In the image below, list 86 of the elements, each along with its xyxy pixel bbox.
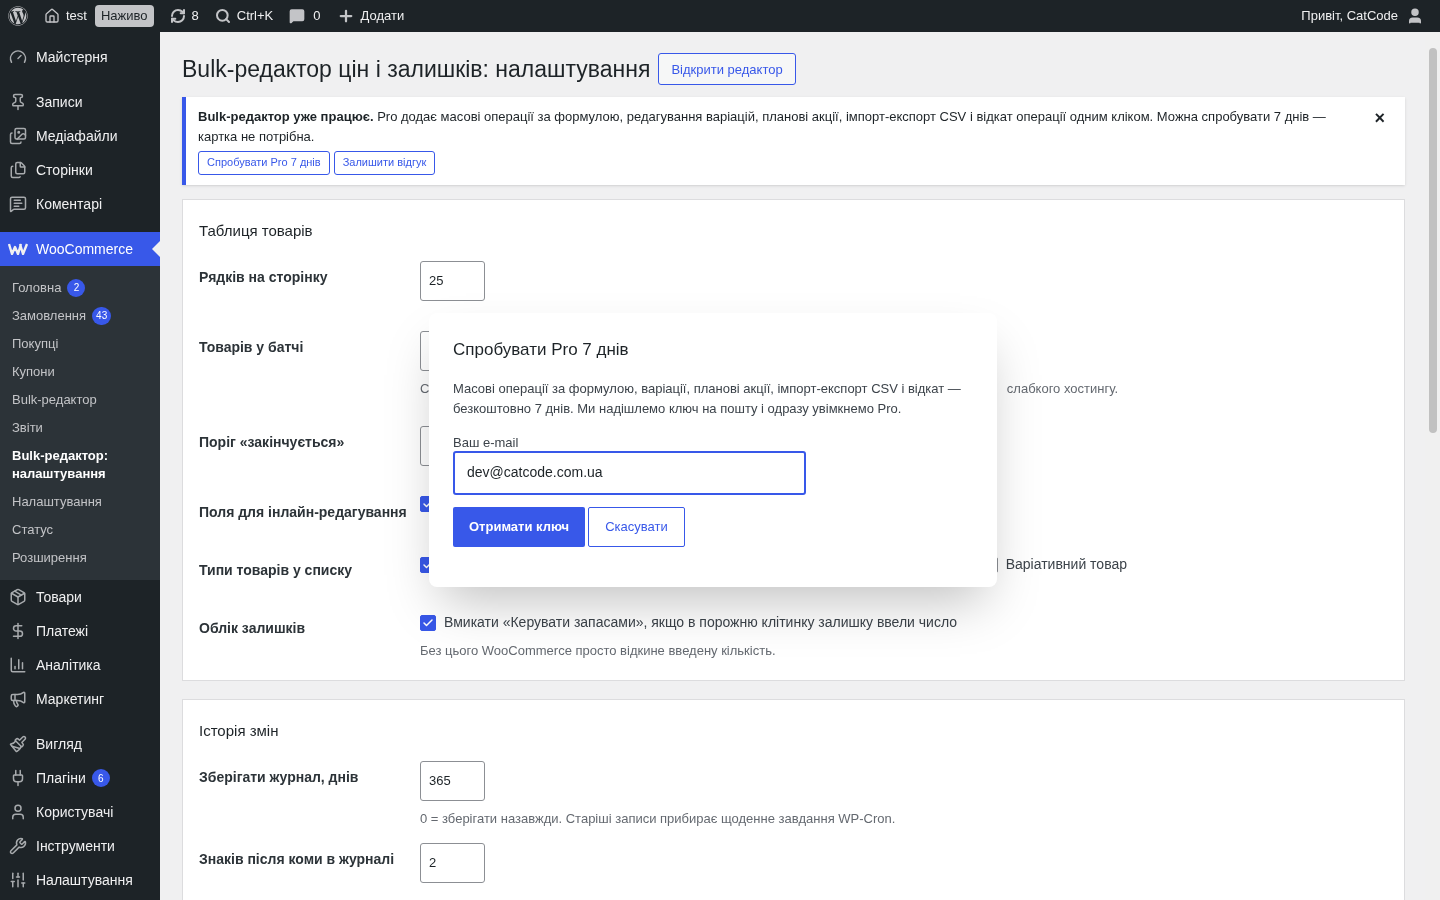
sidebar-item[interactable]: Маркетинг (0, 682, 160, 716)
field-label: Типи товарів у списку (199, 561, 354, 580)
wrench-icon (8, 837, 28, 855)
sidebar-item[interactable]: Майстерня (0, 40, 160, 74)
field-label: Товарів у батчі (199, 338, 305, 357)
section-title: Історія змін (199, 720, 280, 741)
wordpress-logo-icon[interactable] (8, 6, 28, 26)
submenu-item[interactable]: Розширення (0, 544, 160, 572)
open-editor-button[interactable]: Відкрити редактор (658, 53, 796, 86)
number-field[interactable]: 25 (420, 261, 485, 301)
field-hint: 0 = зберігати назавжди. Старіші записи прибирає щоденне завдання WP-Cron. (420, 810, 896, 828)
sidebar-item[interactable]: Налаштування (0, 863, 160, 897)
woo-logo-icon (8, 243, 28, 255)
box-icon (8, 588, 28, 606)
gauge-icon (8, 48, 28, 66)
sliders-icon (8, 871, 28, 889)
sidebar-item[interactable]: Користувачі (0, 795, 160, 829)
sidebar-item[interactable]: Вигляд (0, 727, 160, 761)
field-label: Поріг «закінчується» (199, 433, 346, 452)
count-badge: 6 (91, 769, 110, 787)
sidebar-item[interactable]: Плагіни 6 (0, 761, 160, 795)
bar-chart-icon (8, 656, 28, 674)
megaphone-icon (8, 690, 28, 708)
sidebar-item[interactable]: WooCommerce (0, 232, 160, 266)
sidebar-item[interactable]: Аналітика (0, 648, 160, 682)
count-badge: 2 (67, 279, 86, 297)
current-arrow-icon (152, 241, 160, 257)
sidebar-item[interactable]: Медіафайли (0, 119, 160, 153)
search-icon (214, 8, 231, 24)
account-link[interactable]: Привіт, CatCode (1301, 6, 1424, 26)
notice-button[interactable]: Спробувати Pro 7 днів (198, 150, 330, 175)
submenu-item[interactable]: Замовлення 43 (0, 302, 160, 330)
submenu-item[interactable]: Налаштування (0, 488, 160, 516)
email-field[interactable]: dev@catcode.com.ua (453, 450, 806, 495)
images-icon (8, 127, 28, 145)
sidebar-item[interactable]: Платежі (0, 614, 160, 648)
home-icon (44, 8, 60, 24)
site-link[interactable]: test (44, 6, 87, 26)
number-field[interactable]: 2 (420, 842, 485, 883)
field-label: Зберігати журнал, днів (199, 768, 360, 787)
submenu-item[interactable]: Купони (0, 358, 160, 386)
page-title: Bulk-редактор цін і залишків: налаштування (182, 55, 651, 84)
checkmark-icon (422, 616, 434, 629)
submenu-item[interactable]: Bulk-редактор: налаштування (0, 442, 160, 488)
checkbox-label: Вмикати «Керувати запасами», якщо в порожню клітинку залишку ввели число (444, 613, 958, 632)
sidebar-item[interactable]: Інструменти (0, 829, 160, 863)
updates-link[interactable]: 8 (169, 6, 199, 26)
section-title: Таблиця товарів (199, 220, 314, 241)
add-new-link[interactable]: Додати (336, 6, 405, 26)
refresh-icon (169, 8, 186, 24)
comments-link[interactable]: 0 (289, 6, 321, 26)
submenu-item[interactable]: Головна 2 (0, 274, 160, 302)
email-label: Ваш e-mail (453, 434, 520, 451)
submenu-item[interactable]: Статус (0, 516, 160, 544)
sidebar-item[interactable]: Товари (0, 580, 160, 614)
submenu-item[interactable]: Bulk-редактор (0, 386, 160, 414)
pages-icon (8, 161, 28, 179)
submenu-item[interactable]: Покупці (0, 330, 160, 358)
sidebar-item[interactable]: Коментарі (0, 187, 160, 221)
field-hint: слабкого хостингу. (1006, 380, 1118, 398)
modal-text: Масові операції за формулою, варіації, планові акції, імпорт-експорт CSV і відкат — безкоштовно 7 днів. Ми надішлемо ключ на пошту і одразу увімкнемо Pro. (453, 379, 962, 418)
field-label: Облік залишків (199, 619, 307, 638)
field-label: Поля для інлайн-редагування (199, 503, 408, 522)
count-badge: 43 (92, 307, 112, 325)
checkbox-label: Варіативний товар (1005, 555, 1127, 574)
submenu-item[interactable]: Звіти (0, 414, 160, 442)
field-label: Рядків на сторінку (199, 268, 329, 287)
comment-icon (289, 8, 306, 24)
field-hint: С (420, 380, 430, 398)
notice-text: Bulk-редактор уже працює. Pro додає масові операції за формулою, редагування варіацій, планові акції, імпорт-експорт CSV і відкат операції одним кліком. Можна спробувати 7 днів — картка не потрібна. (198, 107, 1327, 146)
dismiss-button[interactable]: × (1374, 108, 1385, 127)
live-badge: Наживо (94, 5, 154, 27)
notice-button[interactable]: Залишити відгук (333, 150, 436, 175)
checkbox[interactable] (420, 614, 436, 631)
user-icon (1406, 7, 1424, 25)
field-label: Знаків після коми в журналі (199, 849, 396, 869)
sidebar-item[interactable]: Сторінки (0, 153, 160, 187)
number-field[interactable]: 365 (420, 761, 485, 801)
field-hint: Без цього WooCommerce просто відкине введену кількість. (420, 642, 777, 660)
get-key-button[interactable]: Отримати ключ (453, 506, 586, 547)
modal-title: Спробувати Pro 7 днів (453, 339, 630, 361)
sidebar-item[interactable]: Записи (0, 85, 160, 119)
search-link[interactable]: Ctrl+K (214, 6, 274, 26)
brush-icon (8, 735, 28, 753)
cancel-button[interactable]: Скасувати (588, 506, 685, 547)
comment-icon (8, 195, 28, 213)
